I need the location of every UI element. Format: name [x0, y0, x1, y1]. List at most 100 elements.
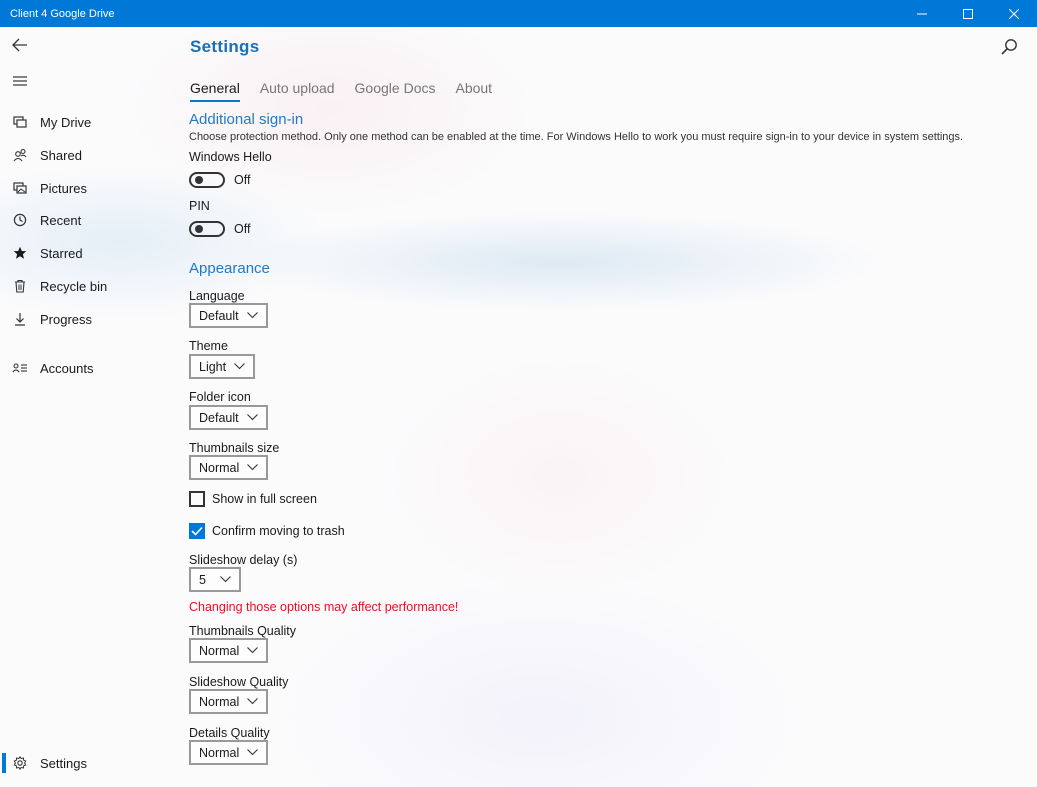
show-full-screen-row: Show in full screen — [189, 491, 317, 507]
pin-state: Off — [234, 222, 251, 236]
chevron-down-icon — [247, 647, 259, 654]
pin-toggle-row: Off — [189, 221, 250, 237]
thumbnails-size-select[interactable]: Normal — [189, 455, 269, 480]
sidebar-item-label: Progress — [40, 311, 93, 327]
sidebar-item-label: Settings — [40, 755, 87, 771]
sidebar-item-recent[interactable]: Recent — [0, 204, 180, 236]
toggle-knob — [195, 176, 203, 184]
slideshow-quality-label: Slideshow Quality — [189, 675, 289, 689]
sidebar-item-starred[interactable]: Starred — [0, 237, 180, 269]
slideshow-quality-select[interactable]: Normal — [189, 689, 269, 714]
search-icon — [1001, 39, 1017, 55]
pin-label: PIN — [189, 199, 210, 213]
hamburger-menu-button[interactable] — [0, 63, 40, 99]
sidebar-item-my-drive[interactable]: My Drive — [0, 106, 180, 138]
slideshow-delay-label: Slideshow delay (s) — [189, 553, 298, 567]
folder-icon-label: Folder icon — [189, 390, 251, 404]
clock-icon — [0, 213, 40, 227]
thumbnails-quality-label: Thumbnails Quality — [189, 624, 296, 638]
page-title: Settings — [190, 37, 260, 56]
chevron-down-icon — [246, 414, 258, 421]
hamburger-icon — [13, 76, 27, 86]
back-arrow-icon — [12, 38, 27, 52]
gear-icon — [0, 756, 40, 770]
chevron-down-icon — [234, 363, 245, 370]
theme-value: Light — [199, 359, 227, 374]
accounts-icon — [0, 361, 40, 375]
back-button[interactable] — [0, 27, 40, 63]
confirm-trash-checkbox[interactable] — [189, 523, 205, 539]
search-button[interactable] — [996, 34, 1022, 60]
sidebar-item-shared[interactable]: Shared — [0, 139, 180, 171]
thumbnails-size-value: Normal — [199, 460, 240, 475]
tab-general[interactable]: General — [190, 80, 240, 102]
sidebar-item-accounts[interactable]: Accounts — [0, 352, 180, 384]
title-bar: Client 4 Google Drive — [0, 0, 1037, 27]
windows-hello-label: Windows Hello — [189, 150, 272, 164]
confirm-trash-label: Confirm moving to trash — [212, 524, 345, 538]
windows-hello-toggle[interactable] — [189, 172, 225, 188]
maximize-icon — [963, 8, 973, 19]
minimize-button[interactable] — [899, 0, 945, 27]
tab-about[interactable]: About — [455, 80, 492, 102]
details-quality-label: Details Quality — [189, 726, 270, 740]
thumbnails-size-label: Thumbnails size — [189, 441, 280, 455]
tab-auto-upload[interactable]: Auto upload — [260, 80, 335, 102]
pin-toggle[interactable] — [189, 221, 225, 237]
chevron-down-icon — [247, 698, 259, 705]
section-title-signin: Additional sign-in — [189, 111, 304, 128]
language-label: Language — [189, 289, 245, 303]
sidebar-item-recycle-bin[interactable]: Recycle bin — [0, 270, 180, 302]
sidebar: My Drive Shared Pictures Recent Starred … — [0, 27, 180, 787]
star-icon — [0, 246, 40, 260]
chevron-down-icon — [247, 464, 259, 471]
pictures-icon — [0, 181, 40, 195]
checkmark-icon — [191, 526, 203, 536]
minimize-icon — [917, 13, 927, 14]
sidebar-item-label: Recycle bin — [40, 278, 108, 294]
theme-label: Theme — [189, 339, 228, 353]
sidebar-item-label: Shared — [40, 147, 82, 163]
sidebar-item-pictures[interactable]: Pictures — [0, 172, 180, 204]
sidebar-item-settings[interactable]: Settings — [0, 747, 180, 779]
chevron-down-icon — [246, 312, 258, 319]
slideshow-delay-select[interactable]: 5 — [189, 567, 241, 592]
theme-select[interactable]: Light — [189, 354, 256, 379]
maximize-button[interactable] — [945, 0, 991, 27]
details-quality-select[interactable]: Normal — [189, 740, 269, 765]
folder-icon-select[interactable]: Default — [189, 405, 268, 430]
slideshow-delay-value: 5 — [199, 572, 206, 587]
language-select[interactable]: Default — [189, 303, 268, 328]
download-icon — [0, 312, 40, 326]
tab-google-docs[interactable]: Google Docs — [355, 80, 436, 102]
toggle-knob — [195, 225, 203, 233]
chevron-down-icon — [220, 576, 231, 583]
sidebar-item-label: Pictures — [40, 180, 87, 196]
performance-warning: Changing those options may affect perfor… — [189, 600, 459, 614]
my-drive-icon — [0, 115, 40, 129]
windows-hello-toggle-row: Off — [189, 172, 250, 188]
window-title: Client 4 Google Drive — [10, 7, 115, 20]
thumbnails-quality-select[interactable]: Normal — [189, 638, 269, 663]
sidebar-item-label: My Drive — [40, 114, 92, 130]
details-quality-value: Normal — [199, 745, 240, 760]
windows-hello-state: Off — [234, 173, 251, 187]
sidebar-item-label: Recent — [40, 212, 82, 228]
slideshow-quality-value: Normal — [199, 694, 240, 709]
folder-icon-value: Default — [199, 410, 239, 425]
trash-icon — [0, 279, 40, 293]
show-full-screen-label: Show in full screen — [212, 492, 317, 506]
show-full-screen-checkbox[interactable] — [189, 491, 205, 507]
section-title-appearance: Appearance — [189, 260, 270, 277]
sidebar-item-progress[interactable]: Progress — [0, 303, 180, 335]
signin-description: Choose protection method. Only one metho… — [189, 131, 964, 143]
confirm-trash-row: Confirm moving to trash — [189, 523, 345, 539]
close-button[interactable] — [991, 0, 1037, 27]
close-icon — [1009, 8, 1019, 19]
chevron-down-icon — [247, 749, 259, 756]
sidebar-item-label: Accounts — [40, 360, 94, 376]
thumbnails-quality-value: Normal — [199, 643, 240, 658]
shared-icon — [0, 148, 40, 162]
sidebar-item-label: Starred — [40, 245, 83, 261]
settings-tabs: General Auto upload Google Docs About — [190, 80, 512, 102]
